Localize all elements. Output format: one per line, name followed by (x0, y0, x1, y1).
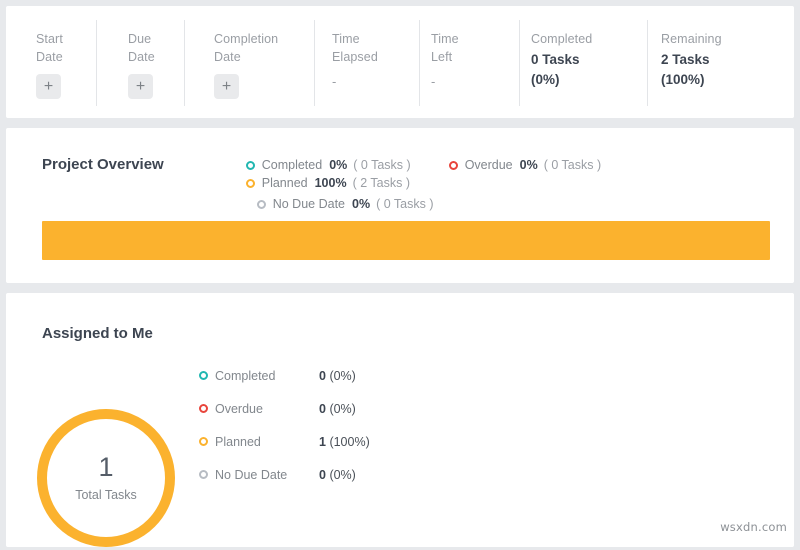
summary-cell-due-date: Due Date + (96, 6, 184, 118)
assigned-legend-planned[interactable]: Planned 1 (100%) (199, 425, 370, 458)
time-left-value: - (431, 72, 519, 92)
assigned-legend-overdue[interactable]: Overdue 0 (0%) (199, 392, 370, 425)
planned-marker-icon (199, 437, 208, 446)
assigned-legend-completed-pct: (0%) (329, 369, 355, 383)
no-due-date-marker-icon (199, 470, 208, 479)
summary-cell-start-date: Start Date + (6, 6, 96, 118)
summary-cell-completed: Completed 0 Tasks (0%) (519, 6, 647, 118)
completed-marker-icon (246, 161, 255, 170)
overview-legend-completed[interactable]: Completed 0% ( 0 Tasks ) (246, 156, 411, 174)
assigned-legend-no-due-date-value: 0 (319, 468, 326, 482)
time-left-label: Time Left (431, 30, 519, 66)
due-date-label: Due Date (128, 30, 184, 66)
completed-value: 0 Tasks (0%) (531, 50, 647, 90)
time-elapsed-value: - (332, 72, 419, 92)
assigned-legend-planned-pct: (100%) (329, 435, 369, 449)
overview-legend-completed-label: Completed (262, 156, 322, 174)
assigned-legend-no-due-date[interactable]: No Due Date 0 (0%) (199, 458, 370, 491)
summary-cell-time-left: Time Left - (419, 6, 519, 118)
assigned-legend-overdue-label: Overdue (215, 402, 319, 416)
completed-marker-icon (199, 371, 208, 380)
assigned-legend-planned-value: 1 (319, 435, 326, 449)
overview-legend-overdue-label: Overdue (465, 156, 513, 174)
start-date-plus-icon[interactable]: + (36, 74, 61, 99)
overview-legend-planned-count: ( 2 Tasks ) (353, 174, 410, 192)
overview-legend-no-due-date-pct: 0% (352, 195, 370, 213)
project-overview-card: Project Overview Completed 0% ( 0 Tasks … (6, 128, 794, 283)
assigned-to-me-legend: Completed 0 (0%) Overdue 0 (0%) Planned … (199, 359, 370, 491)
project-overview-header: Project Overview Completed 0% ( 0 Tasks … (6, 128, 794, 212)
summary-cell-remaining: Remaining 2 Tasks (100%) (647, 6, 772, 118)
assigned-legend-planned-label: Planned (215, 435, 319, 449)
donut-total-value: 1 (98, 452, 113, 482)
assigned-legend-overdue-value: 0 (319, 402, 326, 416)
planned-marker-icon (246, 179, 255, 188)
assigned-legend-completed-value: 0 (319, 369, 326, 383)
assigned-to-me-donut-chart: 1 Total Tasks (34, 406, 178, 550)
overdue-marker-icon (449, 161, 458, 170)
overview-legend-no-due-date-count: ( 0 Tasks ) (376, 195, 433, 213)
project-summary-card: Start Date + Due Date + Completion Date … (6, 6, 794, 118)
summary-cell-completion-date: Completion Date + (184, 6, 314, 118)
assigned-legend-completed[interactable]: Completed 0 (0%) (199, 359, 370, 392)
overview-legend-no-due-date[interactable]: No Due Date 0% ( 0 Tasks ) (246, 195, 794, 213)
overview-legend-overdue-count: ( 0 Tasks ) (544, 156, 601, 174)
project-progress-bar-planned-segment (42, 221, 770, 260)
completion-date-label: Completion Date (214, 30, 314, 66)
remaining-label: Remaining (661, 30, 772, 48)
due-date-plus-icon[interactable]: + (128, 74, 153, 99)
overview-legend-overdue[interactable]: Overdue 0% ( 0 Tasks ) (449, 156, 601, 174)
overview-legend-planned-label: Planned (262, 174, 308, 192)
donut-total-caption: Total Tasks (75, 486, 137, 504)
donut-center-text: 1 Total Tasks (34, 406, 178, 550)
assigned-legend-completed-label: Completed (215, 369, 319, 383)
start-date-label: Start Date (36, 30, 96, 66)
overview-legend-no-due-date-label: No Due Date (273, 195, 345, 213)
overview-legend-completed-count: ( 0 Tasks ) (353, 156, 410, 174)
overview-legend-overdue-pct: 0% (520, 156, 538, 174)
overview-legend-completed-pct: 0% (329, 156, 347, 174)
overview-legend-planned-pct: 100% (315, 174, 347, 192)
overdue-marker-icon (199, 404, 208, 413)
project-overview-title: Project Overview (42, 155, 164, 175)
completed-label: Completed (531, 30, 647, 48)
dashboard-page: Start Date + Due Date + Completion Date … (0, 0, 800, 543)
remaining-value: 2 Tasks (100%) (661, 50, 772, 90)
project-overview-legend: Completed 0% ( 0 Tasks ) Overdue 0% ( 0 … (246, 156, 794, 213)
time-elapsed-label: Time Elapsed (332, 30, 419, 66)
assigned-legend-no-due-date-label: No Due Date (215, 468, 319, 482)
assigned-legend-overdue-pct: (0%) (329, 402, 355, 416)
no-due-date-marker-icon (257, 200, 266, 209)
watermark: wsxdn.com (720, 520, 787, 534)
overview-legend-planned[interactable]: Planned 100% ( 2 Tasks ) (246, 174, 410, 192)
project-progress-bar (42, 221, 770, 260)
summary-cell-time-elapsed: Time Elapsed - (314, 6, 419, 118)
completion-date-plus-icon[interactable]: + (214, 74, 239, 99)
assigned-legend-no-due-date-pct: (0%) (329, 468, 355, 482)
assigned-to-me-title: Assigned to Me (42, 324, 153, 344)
